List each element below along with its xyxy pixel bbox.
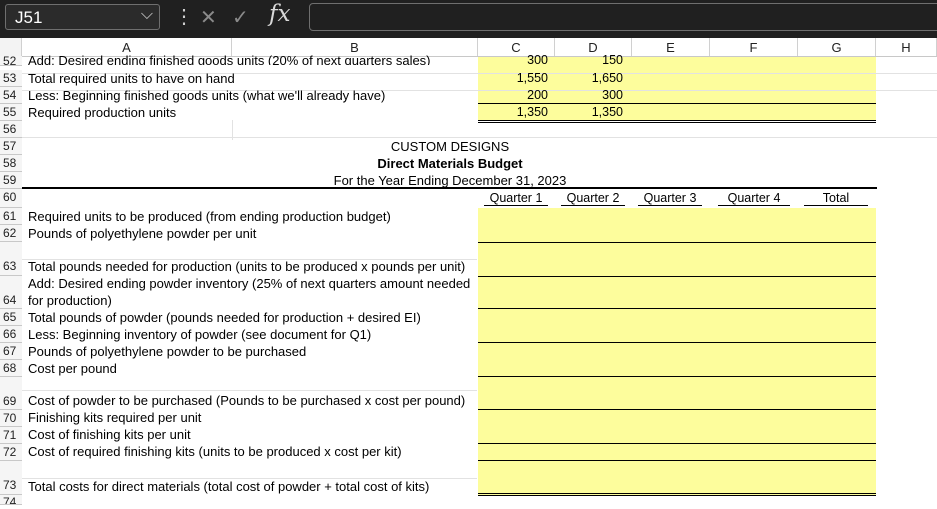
row-label[interactable]: Pounds of polyethylene powder per unit: [28, 225, 256, 242]
row-header[interactable]: 74: [0, 495, 22, 505]
company-name: CUSTOM DESIGNS: [390, 139, 510, 154]
cell-c53[interactable]: 1,550: [478, 70, 548, 87]
quarter-underline: [804, 205, 868, 206]
row-header[interactable]: 62: [0, 225, 22, 242]
row-label[interactable]: Cost of required finishing kits (units t…: [28, 443, 402, 460]
row-label[interactable]: Finishing kits required per unit: [28, 409, 201, 426]
grid-line: [22, 390, 477, 391]
row-label[interactable]: Add: Desired ending powder inventory (25…: [28, 275, 470, 292]
row-border: [478, 460, 876, 461]
row-border: [478, 493, 876, 494]
grid-line: [232, 120, 233, 140]
row-label[interactable]: Add: Desired ending finished goods units…: [28, 52, 431, 65]
enter-icon[interactable]: ✓: [232, 5, 249, 30]
chevron-down-icon[interactable]: ⌵: [141, 6, 153, 24]
cell-c54[interactable]: 200: [478, 87, 548, 104]
row-label[interactable]: Less: Beginning finished goods units (wh…: [28, 87, 385, 104]
row-header[interactable]: 63: [0, 242, 22, 276]
row-header[interactable]: 67: [0, 343, 22, 360]
quarter-underline: [561, 205, 625, 206]
row-label[interactable]: Required units to be produced (from endi…: [28, 208, 391, 225]
row-label[interactable]: Total pounds of powder (pounds needed fo…: [28, 309, 421, 326]
row-border: [478, 276, 876, 277]
row-header[interactable]: 56: [0, 121, 22, 138]
row-border: [478, 376, 876, 377]
row-header[interactable]: 58: [0, 155, 22, 172]
name-box[interactable]: J51 ⌵: [5, 4, 160, 30]
row-label[interactable]: Cost of powder to be purchased (Pounds t…: [28, 392, 465, 409]
cell-d55[interactable]: 1,350: [555, 104, 623, 121]
column-header-h[interactable]: H: [876, 38, 937, 56]
heading-rule: [22, 187, 877, 189]
quarter-2-header[interactable]: Quarter 2: [561, 190, 625, 206]
quarter-underline: [718, 205, 790, 206]
subtotal-underline: [478, 103, 876, 104]
name-box-value: J51: [15, 8, 43, 27]
row-label[interactable]: Required production units: [28, 104, 176, 121]
column-header-e[interactable]: E: [632, 38, 710, 56]
cell-c55[interactable]: 1,350: [478, 104, 548, 121]
total-underline: [478, 120, 876, 121]
row-label[interactable]: Cost of finishing kits per unit: [28, 426, 191, 443]
total-header[interactable]: Total: [804, 190, 868, 206]
select-all-corner[interactable]: [0, 38, 22, 56]
row-header[interactable]: 72: [0, 444, 22, 461]
row-header[interactable]: 57: [0, 138, 22, 155]
row-header[interactable]: 55: [0, 104, 22, 121]
row-header[interactable]: 68: [0, 360, 22, 377]
budget-title: Direct Materials Budget: [377, 156, 523, 171]
row-label[interactable]: Total required units to have on hand: [28, 70, 235, 87]
row-header[interactable]: 53: [0, 70, 22, 87]
row-border: [478, 342, 876, 343]
quarter-4-header[interactable]: Quarter 4: [718, 190, 790, 206]
row-label[interactable]: Less: Beginning inventory of powder (see…: [28, 326, 371, 343]
row-label[interactable]: Total pounds needed for production (unit…: [28, 258, 465, 275]
formula-input[interactable]: [309, 3, 937, 31]
cell-c52[interactable]: 300: [478, 52, 548, 65]
cell-d53[interactable]: 1,650: [555, 70, 623, 87]
row-header[interactable]: 69: [0, 377, 22, 410]
row-border: [478, 308, 876, 309]
row-header[interactable]: 59: [0, 172, 22, 189]
quarter-underline: [638, 205, 702, 206]
row-header[interactable]: 60: [0, 189, 22, 208]
row-label[interactable]: for production): [28, 292, 112, 309]
cancel-icon[interactable]: ✕: [200, 5, 217, 30]
column-header-f[interactable]: F: [710, 38, 798, 56]
row-header[interactable]: 61: [0, 208, 22, 225]
row-header[interactable]: 65: [0, 309, 22, 326]
quarter-3-header[interactable]: Quarter 3: [638, 190, 702, 206]
row-border: [478, 409, 876, 410]
row-header[interactable]: 64: [0, 276, 22, 309]
cell-d54[interactable]: 300: [555, 87, 623, 104]
row-header[interactable]: 54: [0, 87, 22, 104]
row-header[interactable]: 66: [0, 326, 22, 343]
row-border: [478, 443, 876, 444]
insert-function-icon[interactable]: fx: [269, 1, 290, 27]
row-header[interactable]: 73: [0, 461, 22, 495]
row-header[interactable]: 52: [0, 56, 22, 66]
quarter-1-header[interactable]: Quarter 1: [484, 190, 548, 206]
column-header-g[interactable]: G: [798, 38, 876, 56]
row-label[interactable]: Cost per pound: [28, 360, 117, 377]
fill-block-bottom: [478, 208, 876, 496]
formula-bar: J51 ⌵ ⋮ ✕ ✓ fx: [0, 0, 937, 38]
row-label[interactable]: Total costs for direct materials (total …: [28, 478, 429, 495]
row-border: [478, 495, 876, 496]
more-options-icon[interactable]: ⋮: [174, 4, 194, 29]
total-double-underline: [478, 122, 876, 123]
cell-d52[interactable]: 150: [555, 52, 623, 65]
row-border: [478, 242, 876, 243]
row-header[interactable]: 70: [0, 410, 22, 427]
row-label[interactable]: Pounds of polyethylene powder to be purc…: [28, 343, 306, 360]
quarter-underline: [484, 205, 548, 206]
row-header[interactable]: 71: [0, 427, 22, 444]
